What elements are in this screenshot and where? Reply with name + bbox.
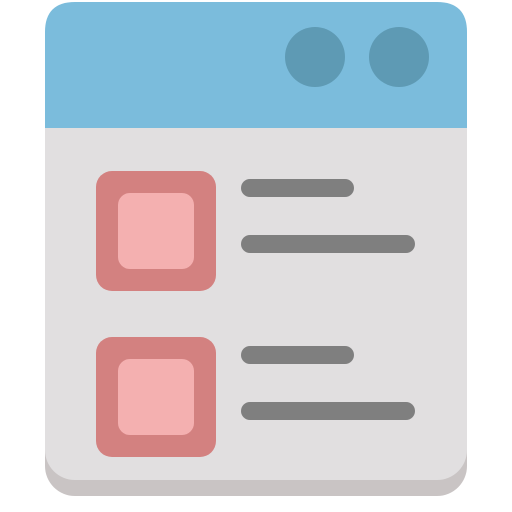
checklist-window-icon — [45, 2, 467, 496]
checkbox-inner — [118, 193, 194, 269]
text-line-long — [241, 235, 415, 253]
icon-canvas — [0, 0, 512, 512]
title-bar-dot-1 — [285, 27, 345, 87]
title-bar-dot-2 — [369, 27, 429, 87]
text-line-short — [241, 179, 354, 197]
checkbox-inner — [118, 359, 194, 435]
text-line-long — [241, 402, 415, 420]
text-line-short — [241, 346, 354, 364]
